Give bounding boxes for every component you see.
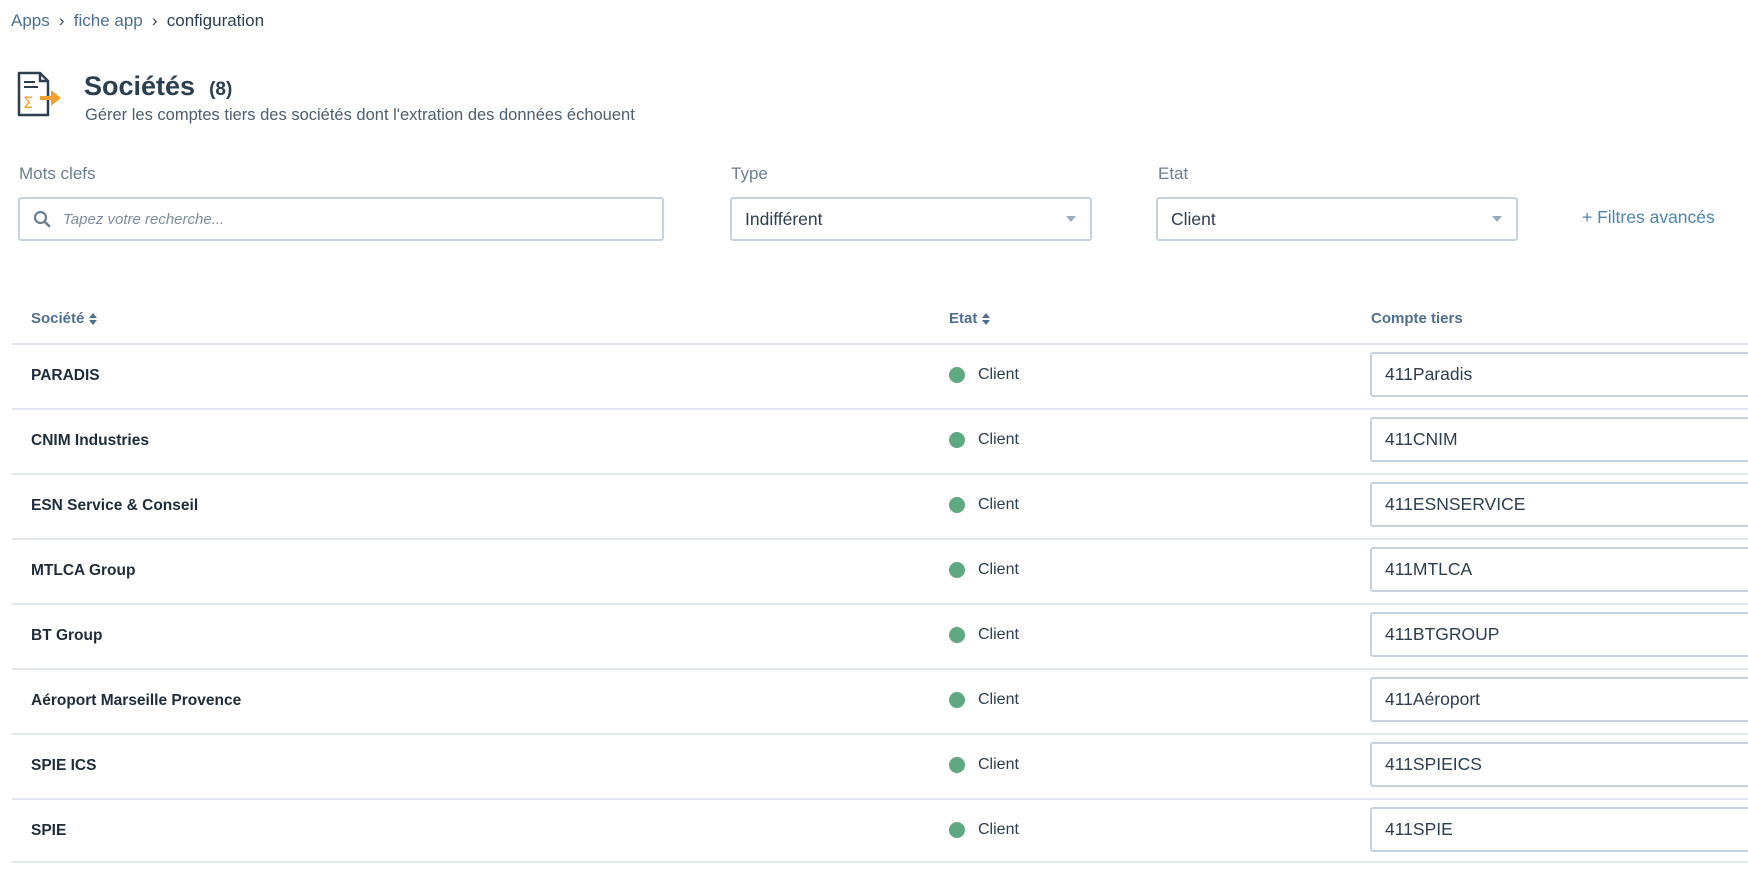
table-row: ESN Service & Conseil Client 411ESNSERVI… (12, 473, 1748, 538)
svg-text:Σ: Σ (23, 93, 33, 112)
status-cell: Client (949, 626, 1019, 644)
status-label: Client (978, 496, 1019, 513)
status-cell: Client (949, 821, 1019, 839)
search-input[interactable] (63, 210, 662, 228)
compte-tiers-input[interactable]: 411ESNSERVICE (1370, 482, 1748, 527)
etat-select[interactable]: Client (1156, 197, 1518, 241)
compte-tiers-input[interactable]: 411Paradis (1370, 352, 1748, 397)
etat-label: Etat (1158, 164, 1189, 183)
type-label: Type (731, 164, 768, 183)
page-subtitle: Gérer les comptes tiers des sociétés don… (85, 106, 635, 124)
table-row: MTLCA Group Client 411MTLCA (12, 538, 1748, 603)
caret-down-icon (1066, 216, 1076, 222)
search-icon (33, 210, 51, 228)
societe-name: CNIM Industries (31, 432, 149, 449)
status-cell: Client (949, 756, 1019, 774)
column-header-societe-label: Société (31, 310, 85, 327)
status-dot-icon (949, 562, 965, 578)
table-row: BT Group Client 411BTGROUP (12, 603, 1748, 668)
status-dot-icon (949, 367, 965, 383)
table-row: CNIM Industries Client 411CNIM (12, 408, 1748, 473)
societe-name: MTLCA Group (31, 562, 136, 579)
table-row: SPIE Client 411SPIE (12, 798, 1748, 863)
table-row: SPIE ICS Client 411SPIEICS (12, 733, 1748, 798)
document-sum-export-icon: Σ (16, 71, 68, 119)
status-dot-icon (949, 692, 965, 708)
status-cell: Client (949, 496, 1019, 514)
societe-name: SPIE ICS (31, 757, 97, 774)
status-dot-icon (949, 627, 965, 643)
status-dot-icon (949, 757, 965, 773)
compte-tiers-input[interactable]: 411Aéroport (1370, 677, 1748, 722)
status-label: Client (978, 561, 1019, 578)
status-label: Client (978, 431, 1019, 448)
breadcrumb-current: configuration (166, 11, 265, 30)
column-header-societe[interactable]: Société (31, 310, 98, 327)
compte-tiers-input[interactable]: 411SPIE (1370, 807, 1748, 852)
table-row: Aéroport Marseille Provence Client 411Aé… (12, 668, 1748, 733)
status-dot-icon (949, 432, 965, 448)
chevron-right-icon: › (58, 11, 65, 30)
search-field[interactable] (18, 197, 664, 241)
status-cell: Client (949, 366, 1019, 384)
status-dot-icon (949, 497, 965, 513)
status-label: Client (978, 821, 1019, 838)
page-title: Sociétés (8) (84, 71, 232, 102)
type-select-value: Indifférent (745, 208, 823, 229)
column-header-compte-tiers: Compte tiers (1371, 310, 1463, 327)
status-dot-icon (949, 822, 965, 838)
societe-name: ESN Service & Conseil (31, 497, 199, 514)
status-cell: Client (949, 431, 1019, 449)
status-label: Client (978, 756, 1019, 773)
status-label: Client (978, 626, 1019, 643)
breadcrumb-fiche-app[interactable]: fiche app (74, 11, 143, 31)
column-header-etat-label: Etat (949, 310, 978, 327)
caret-down-icon (1492, 216, 1502, 222)
compte-tiers-input[interactable]: 411MTLCA (1370, 547, 1748, 592)
page-title-text: Sociétés (84, 71, 196, 101)
compte-tiers-input[interactable]: 411SPIEICS (1370, 742, 1748, 787)
sort-icon (982, 312, 991, 325)
status-cell: Client (949, 561, 1019, 579)
breadcrumb-apps[interactable]: Apps (11, 11, 50, 31)
status-cell: Client (949, 691, 1019, 709)
keywords-label: Mots clefs (19, 164, 96, 183)
status-label: Client (978, 691, 1019, 708)
societe-name: SPIE (31, 822, 67, 839)
column-header-etat[interactable]: Etat (949, 310, 991, 327)
advanced-filters-link[interactable]: + Filtres avancés (1582, 207, 1715, 228)
chevron-right-icon: › (151, 11, 158, 30)
societe-name: PARADIS (31, 367, 100, 384)
breadcrumb: Apps › fiche app › configuration (11, 11, 264, 31)
societe-name: Aéroport Marseille Provence (31, 692, 242, 709)
compte-tiers-input[interactable]: 411CNIM (1370, 417, 1748, 462)
status-label: Client (978, 366, 1019, 383)
result-count: (8) (209, 79, 233, 100)
column-header-compte-label: Compte tiers (1371, 310, 1463, 327)
societes-table: PARADIS Client 411Paradis CNIM Industrie… (12, 343, 1748, 863)
societe-name: BT Group (31, 627, 103, 644)
table-row: PARADIS Client 411Paradis (12, 343, 1748, 408)
etat-select-value: Client (1171, 208, 1216, 229)
compte-tiers-input[interactable]: 411BTGROUP (1370, 612, 1748, 657)
type-select[interactable]: Indifférent (730, 197, 1092, 241)
sort-icon (89, 312, 98, 325)
